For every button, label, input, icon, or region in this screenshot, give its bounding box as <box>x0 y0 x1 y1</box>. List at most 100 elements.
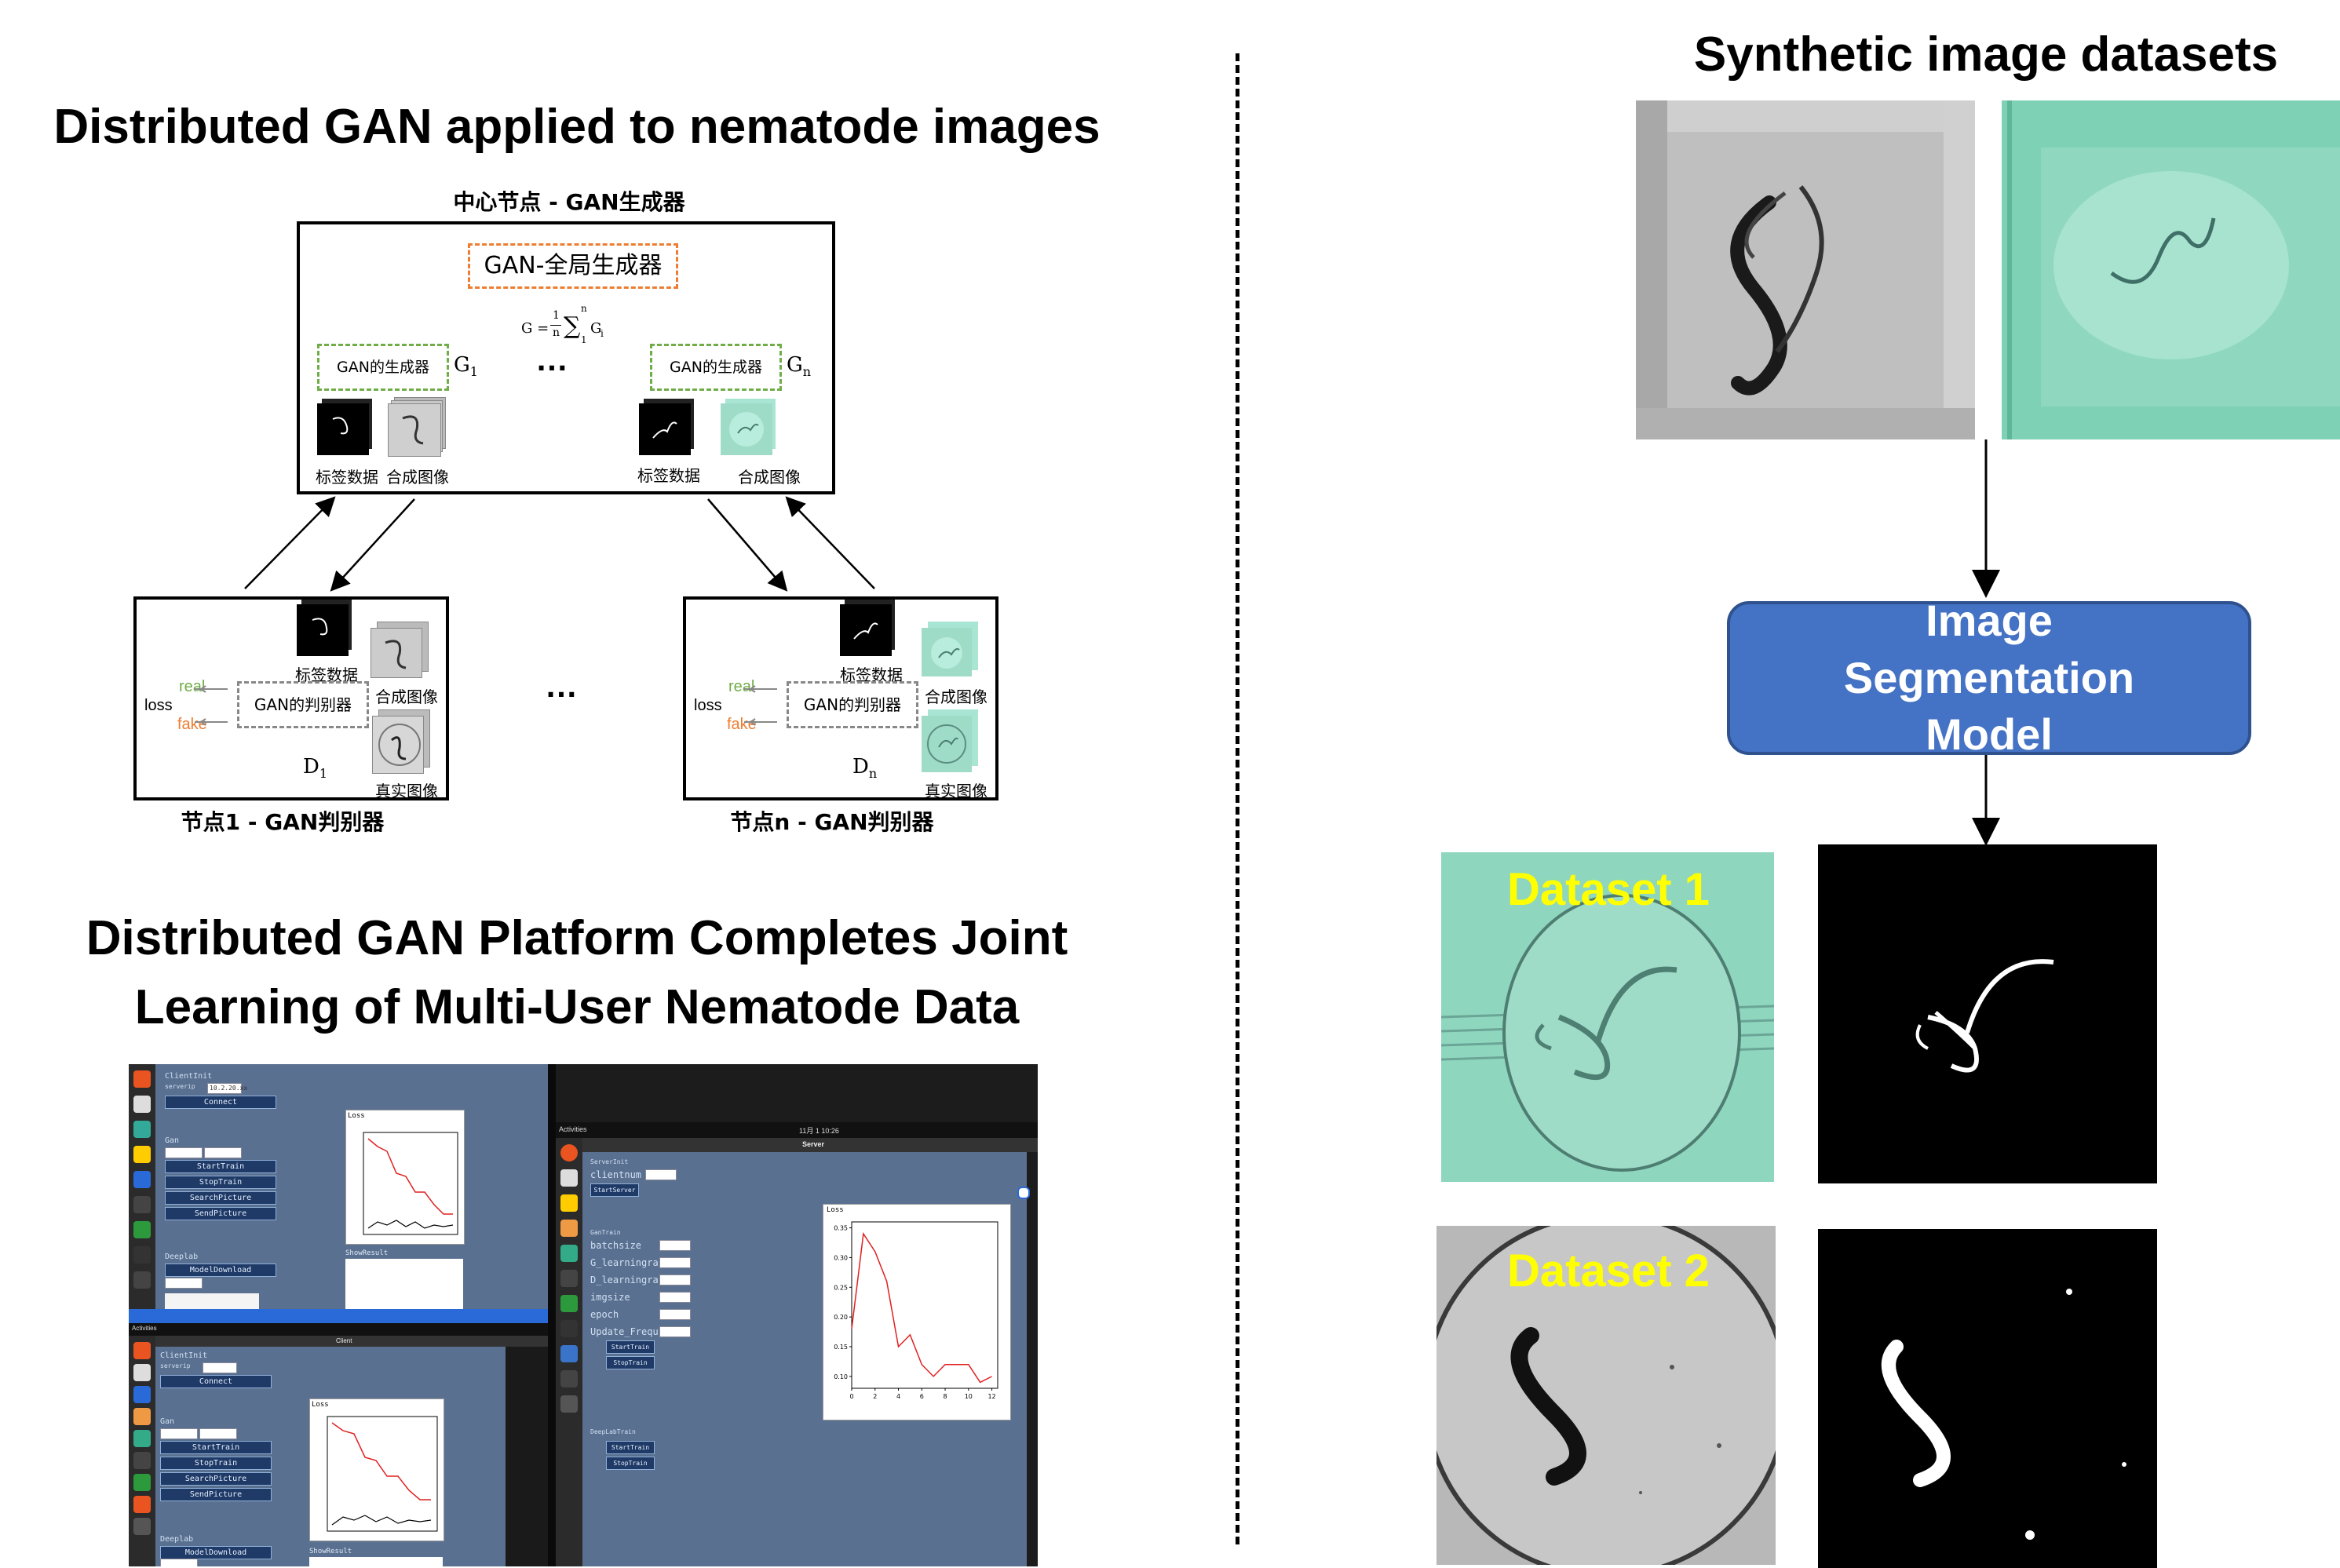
ct-send-picture[interactable]: SendPicture <box>165 1207 276 1220</box>
y-tick-label: 0.15 <box>834 1344 848 1351</box>
server-dock <box>556 1138 582 1566</box>
app-icon <box>560 1395 578 1413</box>
app-icon <box>133 1146 151 1163</box>
cb-model-download[interactable]: ModelDownload <box>160 1546 272 1559</box>
nodes-ellipsis: … <box>545 667 578 704</box>
left-title: Distributed GAN applied to nematode imag… <box>53 100 1101 154</box>
cb-titlebar: Client <box>155 1336 548 1347</box>
cb-body: ClientInit serverip Connect Gan StartTra… <box>155 1347 506 1566</box>
formula-sub: 1 <box>581 334 587 345</box>
ct-loss-panel: Loss <box>345 1110 465 1245</box>
formula-den: n <box>553 326 560 339</box>
dataset1-label: Dataset 1 <box>1507 864 1710 915</box>
app-icon <box>133 1171 151 1188</box>
app-icon <box>560 1320 578 1337</box>
ct-loss-title: Loss <box>348 1112 365 1120</box>
formula-lhs: G = <box>521 320 549 337</box>
cb-deeplab-field[interactable] <box>160 1559 198 1566</box>
sv-imgsize: imgsize <box>590 1292 630 1303</box>
sv-dl-stop[interactable]: StopTrain <box>606 1457 655 1470</box>
app-icon <box>133 1408 151 1425</box>
app-icon <box>133 1246 151 1264</box>
server-activities: Activities <box>559 1125 587 1133</box>
app-icon <box>133 1121 151 1138</box>
app-icon <box>133 1496 151 1513</box>
sv-client-num-field[interactable] <box>645 1169 677 1180</box>
global-generator-label: GAN-全局生成器 <box>484 252 663 279</box>
y-tick-label: 0.25 <box>834 1284 848 1291</box>
sv-stop-train[interactable]: StopTrain <box>606 1356 655 1369</box>
server-window-title: Server <box>802 1140 825 1148</box>
ct-show-result-area <box>345 1259 463 1309</box>
synthetic-thumb-n <box>721 399 777 460</box>
sv-dl-start[interactable]: StartTrain <box>606 1441 655 1454</box>
terminal-icon <box>133 1196 151 1213</box>
desktop-gap <box>548 1064 556 1566</box>
cb-start-train[interactable]: StartTrain <box>160 1441 272 1454</box>
info-icon[interactable] <box>1017 1187 1030 1199</box>
cb-gan-field[interactable] <box>160 1428 198 1439</box>
sv-d-lr-field[interactable] <box>659 1274 691 1285</box>
app-icon <box>133 1221 151 1238</box>
node1-synth-thumb <box>371 622 429 680</box>
cb-deeplab: Deeplab <box>160 1535 194 1544</box>
ct-connect-button[interactable]: Connect <box>165 1096 276 1109</box>
sv-loss-panel: Loss 0.10 0.15 0.20 0.25 0.30 0.35 0 2 4 6 8 10 12 <box>823 1204 1011 1420</box>
app-icon <box>133 1430 151 1447</box>
dataset1-mask <box>1818 844 2157 1183</box>
formula-term-sub: i <box>601 328 604 339</box>
ct-model-download[interactable]: ModelDownload <box>165 1264 276 1277</box>
node1-synth-caption: 合成图像 <box>375 687 438 706</box>
noden-real-caption: 真实图像 <box>925 782 987 800</box>
ct-stop-train[interactable]: StopTrain <box>165 1176 276 1189</box>
node-1-box: 标签数据 合成图像 真实图像 GAN的判别器 real fake loss D1 <box>133 596 449 800</box>
noden-discriminator-box: GAN的判别器 <box>787 681 918 728</box>
platform-title-line2: Learning of Multi-User Nematode Data <box>134 980 1020 1034</box>
ct-ip-field[interactable]: 10.2.20.xx <box>207 1083 247 1094</box>
app-icon <box>133 1518 151 1535</box>
cb-send-picture[interactable]: SendPicture <box>160 1488 272 1501</box>
cb-connect-button[interactable]: Connect <box>160 1375 272 1388</box>
x-tick-label: 10 <box>965 1393 973 1400</box>
cb-client-init: ClientInit <box>160 1351 208 1360</box>
sv-g-lr-field[interactable] <box>659 1257 691 1268</box>
sv-batchsize-field[interactable] <box>659 1240 691 1251</box>
cb-dock <box>129 1336 155 1566</box>
arrow-noden-up <box>785 496 875 589</box>
ct-gan-field[interactable] <box>165 1147 203 1158</box>
app-icon <box>560 1220 578 1237</box>
sv-g-lr: G_learningra <box>590 1257 659 1268</box>
arrow-node1-up <box>244 496 336 589</box>
client-window-bottom: Activities Client ClientInit serverip Co… <box>129 1309 548 1566</box>
cb-gan: Gan <box>160 1417 175 1426</box>
ct-start-train[interactable]: StartTrain <box>165 1160 276 1173</box>
arrow-noden-down <box>707 498 788 592</box>
ct-gan-field2[interactable] <box>204 1147 242 1158</box>
center-ellipsis: … <box>535 341 568 377</box>
app-icon <box>133 1474 151 1491</box>
formula-sup: n <box>581 303 587 314</box>
server-clock: 11月 1 10:26 <box>799 1127 839 1135</box>
node1-loss: loss <box>144 697 173 714</box>
sv-start-server[interactable]: StartServer <box>590 1183 639 1197</box>
sv-start-train[interactable]: StartTrain <box>606 1340 655 1354</box>
sv-d-lr: D_learningra <box>590 1274 659 1285</box>
global-generator-box: GAN-全局生成器 <box>468 243 678 289</box>
platform-title-line1: Distributed GAN Platform Completes Joint <box>86 911 1068 965</box>
noden-synth-thumb <box>922 622 980 680</box>
cb-stop-train[interactable]: StopTrain <box>160 1457 272 1470</box>
terminal-icon <box>133 1452 151 1469</box>
ct-deeplab-field[interactable] <box>165 1278 203 1289</box>
cb-ip-field[interactable] <box>203 1362 237 1373</box>
node1-discriminator-box: GAN的判别器 <box>237 681 369 728</box>
sv-update-freq-field[interactable] <box>659 1326 691 1337</box>
sv-epoch-field[interactable] <box>659 1309 691 1320</box>
cb-search-picture[interactable]: SearchPicture <box>160 1472 272 1486</box>
synthetic-thumb-1 <box>388 397 446 460</box>
node1-d-label: D1 <box>303 755 328 782</box>
ct-search-picture[interactable]: SearchPicture <box>165 1191 276 1205</box>
sv-imgsize-field[interactable] <box>659 1292 691 1303</box>
loss-series-line <box>851 1232 992 1384</box>
synthetic-image-gray <box>1636 100 1975 439</box>
cb-gan-field2[interactable] <box>199 1428 237 1439</box>
